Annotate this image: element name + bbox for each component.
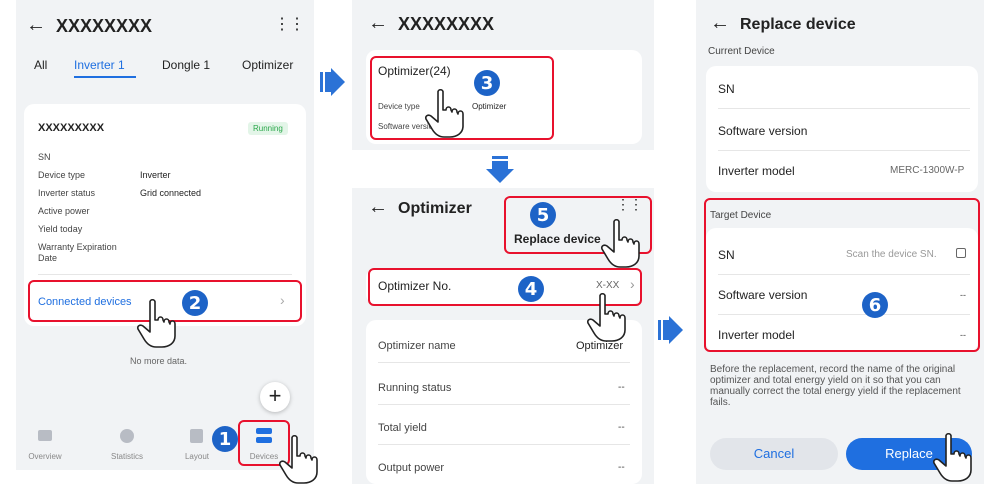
statistics-icon[interactable] bbox=[120, 429, 134, 443]
optimizer-list-screen: ← XXXXXXXX Optimizer(24) Device type Opt… bbox=[352, 0, 654, 150]
running-status-label: Running status bbox=[378, 382, 452, 394]
pointer-hand-icon bbox=[933, 432, 972, 482]
step-5-badge: 5 bbox=[530, 202, 556, 228]
total-yield-value: -- bbox=[618, 422, 625, 433]
field-inverter-status-label: Inverter status bbox=[38, 188, 96, 198]
field-inverter-status-value: Grid connected bbox=[140, 188, 202, 198]
page-title: Replace device bbox=[740, 16, 856, 33]
cancel-button[interactable]: Cancel bbox=[710, 438, 838, 470]
replacement-note: Before the replacement, record the name … bbox=[710, 364, 961, 408]
device-name: XXXXXXXXX bbox=[38, 122, 105, 134]
running-status-value: -- bbox=[618, 382, 625, 393]
current-device-card: SN Software version Inverter model MERC-… bbox=[706, 66, 978, 192]
nav-layout[interactable]: Layout bbox=[172, 452, 222, 461]
field-warranty-label: Warranty Expiration Date bbox=[38, 242, 117, 263]
current-software-label: Software version bbox=[718, 124, 808, 138]
layout-icon[interactable] bbox=[190, 429, 203, 443]
page-title: XXXXXXXX bbox=[398, 14, 495, 34]
field-active-power-label: Active power bbox=[38, 206, 90, 216]
tab-all[interactable]: All bbox=[34, 58, 47, 72]
flow-arrow bbox=[492, 156, 508, 159]
nav-statistics[interactable]: Statistics bbox=[102, 452, 152, 461]
divider bbox=[378, 444, 630, 445]
pointer-hand-icon bbox=[601, 218, 640, 268]
pointer-hand-icon bbox=[279, 434, 318, 484]
step-6-badge: 6 bbox=[862, 292, 888, 318]
back-arrow-icon[interactable]: ← bbox=[368, 196, 388, 219]
divider bbox=[718, 150, 970, 151]
step-2-badge: 2 bbox=[182, 290, 208, 316]
step-3-badge: 3 bbox=[474, 70, 500, 96]
divider bbox=[38, 274, 292, 275]
add-button[interactable]: + bbox=[260, 382, 290, 412]
back-arrow-icon[interactable]: ← bbox=[710, 12, 730, 35]
back-arrow-icon[interactable]: ← bbox=[368, 12, 388, 35]
flow-arrow bbox=[658, 320, 661, 340]
tab-inverter-1[interactable]: Inverter 1 bbox=[74, 58, 125, 72]
pointer-hand-icon bbox=[425, 88, 464, 138]
pointer-hand-icon bbox=[137, 298, 176, 348]
tab-active-indicator bbox=[74, 76, 136, 78]
flow-arrow-head bbox=[486, 169, 514, 183]
step-4-badge: 4 bbox=[518, 276, 544, 302]
tab-dongle-1[interactable]: Dongle 1 bbox=[162, 58, 210, 72]
total-yield-label: Total yield bbox=[378, 422, 427, 434]
flow-arrow-head bbox=[669, 316, 683, 344]
optimizer-info-card: Optimizer name Optimizer Running status … bbox=[366, 320, 642, 484]
current-device-header: Current Device bbox=[708, 46, 775, 57]
current-model-label: Inverter model bbox=[718, 164, 795, 178]
flow-arrow-head bbox=[331, 68, 345, 96]
flow-arrow bbox=[320, 72, 323, 92]
field-device-type-label: Device type bbox=[38, 170, 86, 180]
nav-overview[interactable]: Overview bbox=[20, 452, 70, 461]
divider bbox=[378, 362, 630, 363]
current-sn-label: SN bbox=[718, 82, 735, 96]
field-yield-today-label: Yield today bbox=[38, 224, 83, 234]
overview-icon[interactable] bbox=[38, 430, 52, 441]
tab-optimizer[interactable]: Optimizer bbox=[242, 58, 293, 72]
device-list-screen: ← XXXXXXXX ⋮⋮ All Inverter 1 Dongle 1 Op… bbox=[16, 0, 314, 470]
page-title: Optimizer bbox=[398, 200, 472, 217]
output-power-value: -- bbox=[618, 462, 625, 473]
replace-device-screen: ← Replace device Current Device SN Softw… bbox=[696, 0, 984, 484]
field-sn-label: SN bbox=[38, 152, 51, 162]
step-1-badge: 1 bbox=[212, 426, 238, 452]
more-icon[interactable]: ⋮⋮ bbox=[274, 14, 305, 34]
status-badge: Running bbox=[248, 122, 288, 135]
back-arrow-icon[interactable]: ← bbox=[26, 14, 46, 37]
pointer-hand-icon bbox=[587, 292, 626, 342]
current-model-value: MERC-1300W-P bbox=[890, 165, 965, 176]
highlight-target-device bbox=[704, 198, 980, 352]
optimizer-name-label: Optimizer name bbox=[378, 340, 456, 352]
field-device-type-value: Inverter bbox=[140, 170, 171, 180]
divider bbox=[718, 108, 970, 109]
divider bbox=[378, 404, 630, 405]
no-more-data: No more data. bbox=[130, 356, 188, 366]
page-title: XXXXXXXX bbox=[56, 16, 153, 36]
flow-arrow bbox=[492, 161, 508, 169]
output-power-label: Output power bbox=[378, 462, 445, 474]
